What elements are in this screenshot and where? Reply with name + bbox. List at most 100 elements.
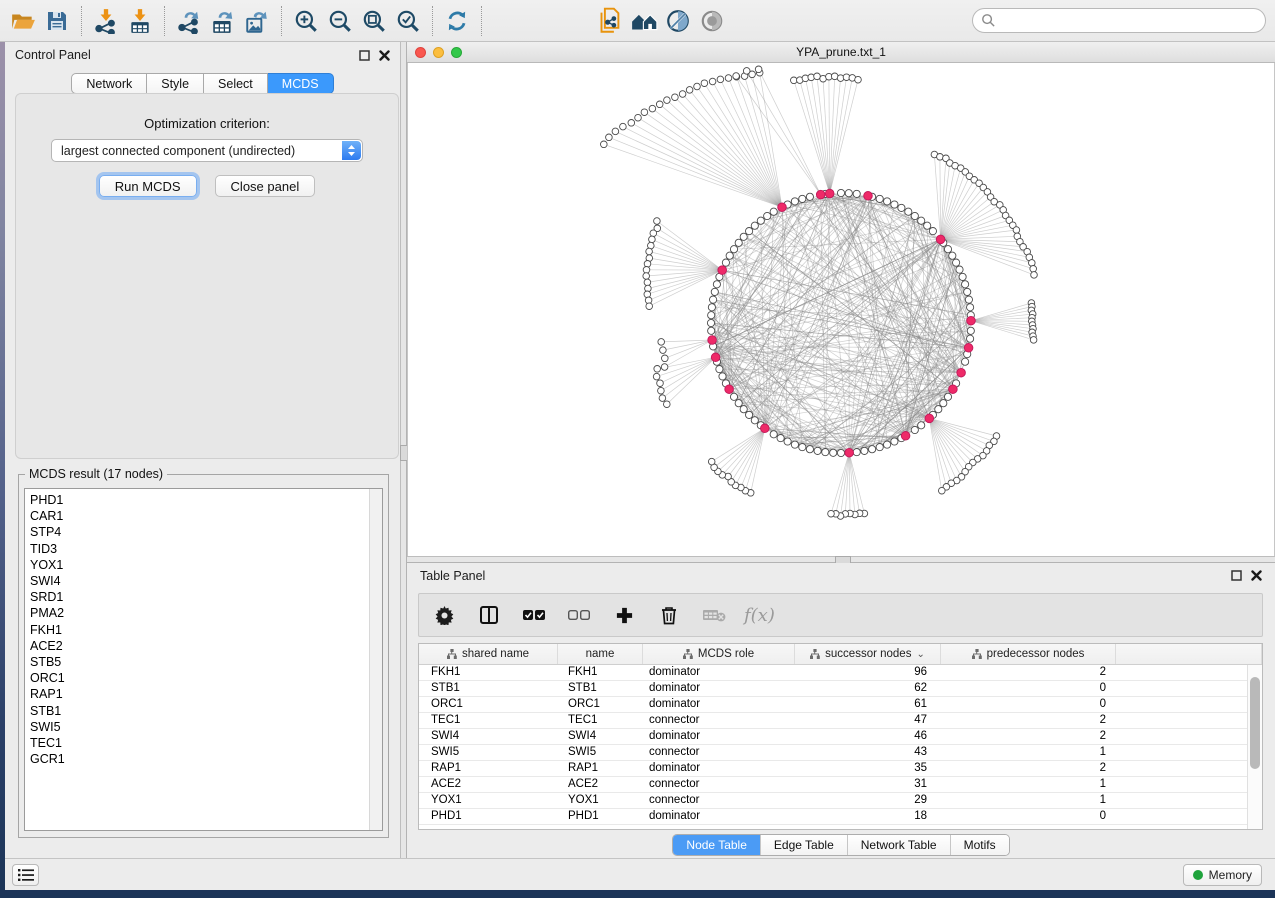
table-row[interactable]: SWI4SWI4dominator462: [419, 729, 1247, 745]
tab-node-table[interactable]: Node Table: [673, 835, 760, 855]
mcds-result-item[interactable]: ORC1: [30, 670, 369, 686]
mcds-result-item[interactable]: SWI5: [30, 719, 369, 735]
mcds-result-item[interactable]: CAR1: [30, 508, 369, 524]
search-input[interactable]: [996, 14, 1257, 28]
table-row[interactable]: ACE2ACE2connector311: [419, 777, 1247, 793]
columns-icon[interactable]: [474, 600, 504, 630]
tab-motifs[interactable]: Motifs: [950, 835, 1009, 855]
mcds-result-item[interactable]: FKH1: [30, 622, 369, 638]
show-all-icon[interactable]: [695, 4, 729, 38]
mcds-list-scrollbar[interactable]: [369, 489, 382, 830]
column-header-name[interactable]: name: [558, 644, 643, 664]
table-row[interactable]: FKH1FKH1dominator962: [419, 665, 1247, 681]
network-window: YPA_prune.txt_1: [407, 42, 1275, 556]
select-all-icon[interactable]: [519, 600, 549, 630]
float-panel-icon[interactable]: [1231, 570, 1242, 581]
run-mcds-button[interactable]: Run MCDS: [99, 175, 197, 197]
refresh-icon[interactable]: [440, 4, 474, 38]
memory-button[interactable]: Memory: [1183, 864, 1262, 886]
mcds-result-group: MCDS result (17 nodes) PHD1CAR1STP4TID3Y…: [18, 467, 389, 838]
unselect-all-icon[interactable]: [564, 600, 594, 630]
table-row[interactable]: STB1STB1dominator620: [419, 681, 1247, 697]
save-session-icon[interactable]: [40, 4, 74, 38]
mcds-result-item[interactable]: YOX1: [30, 557, 369, 573]
table-row[interactable]: RAP1RAP1dominator352: [419, 761, 1247, 777]
table-row[interactable]: SWI5SWI5connector431: [419, 745, 1247, 761]
zoom-selected-icon[interactable]: [391, 4, 425, 38]
export-table-icon[interactable]: [206, 4, 240, 38]
tab-select[interactable]: Select: [204, 73, 268, 94]
import-network-icon[interactable]: [89, 4, 123, 38]
zoom-fit-icon[interactable]: [357, 4, 391, 38]
toolbar-separator: [164, 6, 165, 36]
control-panel-tabs: NetworkStyleSelectMCDS: [5, 73, 400, 94]
shared-column-icon: [447, 649, 457, 659]
zoom-out-icon[interactable]: [323, 4, 357, 38]
network-canvas[interactable]: [407, 63, 1275, 556]
tab-style[interactable]: Style: [147, 73, 204, 94]
mcds-result-item[interactable]: ACE2: [30, 638, 369, 654]
float-panel-icon[interactable]: [359, 50, 370, 61]
task-history-button[interactable]: [12, 864, 39, 886]
control-panel: Control Panel NetworkStyleSelectMCDS Opt…: [5, 42, 400, 858]
close-panel-icon[interactable]: [379, 50, 390, 61]
mcds-result-item[interactable]: GCR1: [30, 751, 369, 767]
zoom-in-icon[interactable]: [289, 4, 323, 38]
first-neighbors-icon[interactable]: [627, 4, 661, 38]
window-zoom-icon[interactable]: [451, 47, 462, 58]
tab-mcds[interactable]: MCDS: [268, 73, 334, 94]
mcds-result-item[interactable]: SWI4: [30, 573, 369, 589]
column-header-successor-nodes[interactable]: successor nodes⌄: [795, 644, 941, 664]
horizontal-splitter[interactable]: [407, 556, 1275, 563]
mcds-result-item[interactable]: STB5: [30, 654, 369, 670]
tab-network-table[interactable]: Network Table: [847, 835, 950, 855]
mcds-result-item[interactable]: STB1: [30, 703, 369, 719]
vertical-splitter[interactable]: [400, 42, 407, 858]
close-panel-icon[interactable]: [1251, 570, 1262, 581]
column-header-predecessor-nodes[interactable]: predecessor nodes: [941, 644, 1116, 664]
export-image-icon[interactable]: [240, 4, 274, 38]
search-box[interactable]: [972, 8, 1266, 33]
mcds-result-item[interactable]: RAP1: [30, 686, 369, 702]
memory-status-icon: [1193, 870, 1203, 880]
table-row[interactable]: TEC1TEC1connector472: [419, 713, 1247, 729]
add-icon[interactable]: [609, 600, 639, 630]
mcds-result-item[interactable]: PMA2: [30, 605, 369, 621]
toolbar-separator: [281, 6, 282, 36]
optimization-label: Optimization criterion:: [16, 116, 398, 131]
mcds-result-item[interactable]: PHD1: [30, 492, 369, 508]
mcds-result-item[interactable]: SRD1: [30, 589, 369, 605]
column-header-MCDS-role[interactable]: MCDS role: [643, 644, 795, 664]
open-session-icon[interactable]: [6, 4, 40, 38]
table-panel-title: Table Panel: [420, 569, 485, 583]
close-panel-button[interactable]: Close panel: [215, 175, 316, 197]
optimization-criterion-select[interactable]: largest connected component (undirected): [51, 139, 363, 162]
column-header-shared-name[interactable]: shared name: [419, 644, 558, 664]
export-network-icon[interactable]: [172, 4, 206, 38]
gear-icon[interactable]: [429, 600, 459, 630]
sort-desc-icon: ⌄: [916, 649, 924, 660]
table-row[interactable]: PHD1PHD1dominator180: [419, 809, 1247, 825]
table-row[interactable]: ORC1ORC1dominator610: [419, 697, 1247, 713]
mcds-result-list: PHD1CAR1STP4TID3YOX1SWI4SRD1PMA2FKH1ACE2…: [25, 489, 369, 830]
delete-icon[interactable]: [654, 600, 684, 630]
mcds-result-title: MCDS result (17 nodes): [25, 467, 167, 481]
mcds-result-item[interactable]: STP4: [30, 524, 369, 540]
main-toolbar: [0, 0, 1275, 42]
network-from-file-icon[interactable]: [593, 4, 627, 38]
mcds-result-item[interactable]: TID3: [30, 541, 369, 557]
import-table-icon[interactable]: [123, 4, 157, 38]
mcds-result-item[interactable]: TEC1: [30, 735, 369, 751]
hide-selected-icon[interactable]: [661, 4, 695, 38]
table-body: FKH1FKH1dominator962STB1STB1dominator620…: [419, 665, 1247, 829]
window-close-icon[interactable]: [415, 47, 426, 58]
node-table: shared namenameMCDS rolesuccessor nodes⌄…: [418, 643, 1263, 830]
window-minimize-icon[interactable]: [433, 47, 444, 58]
mcds-tab-content: Optimization criterion: largest connecte…: [15, 93, 399, 459]
table-row[interactable]: YOX1YOX1connector291: [419, 793, 1247, 809]
table-scrollbar[interactable]: [1247, 665, 1262, 829]
tab-network[interactable]: Network: [71, 73, 147, 94]
control-panel-title: Control Panel: [15, 48, 91, 62]
scrollbar-thumb[interactable]: [1250, 677, 1260, 769]
tab-edge-table[interactable]: Edge Table: [760, 835, 847, 855]
